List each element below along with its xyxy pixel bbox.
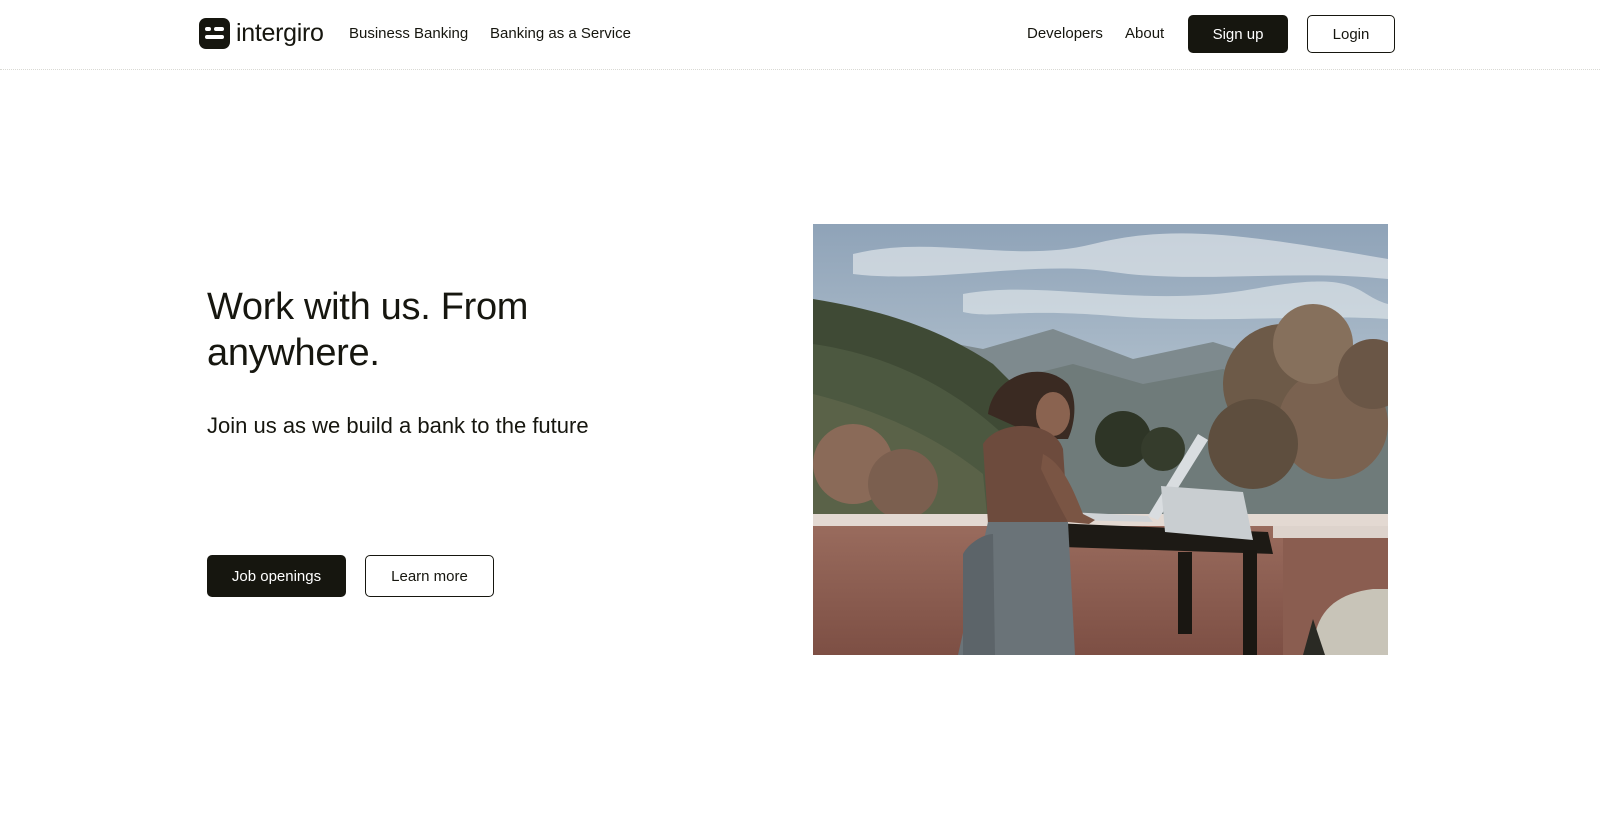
hero-subtitle: Join us as we build a bank to the future	[207, 413, 589, 438]
nav-banking-as-a-service[interactable]: Banking as a Service	[490, 24, 631, 44]
brand-name: intergiro	[236, 18, 324, 47]
nav-developers[interactable]: Developers	[1027, 24, 1103, 44]
header-divider	[0, 69, 1600, 70]
home-logo-link[interactable]: intergiro	[199, 17, 324, 49]
hero-title: Work with us. From anywhere.	[207, 286, 529, 374]
nav-about[interactable]: About	[1125, 24, 1164, 44]
job-openings-button[interactable]: Job openings	[207, 555, 346, 597]
signup-button[interactable]: Sign up	[1188, 15, 1288, 53]
learn-more-button[interactable]: Learn more	[365, 555, 494, 597]
login-button[interactable]: Login	[1307, 15, 1395, 53]
intergiro-logo-icon	[199, 17, 230, 49]
hero-photo	[813, 224, 1388, 655]
site-header: intergiro Business Banking Banking as a …	[0, 0, 1600, 70]
nav-business-banking[interactable]: Business Banking	[349, 24, 468, 44]
